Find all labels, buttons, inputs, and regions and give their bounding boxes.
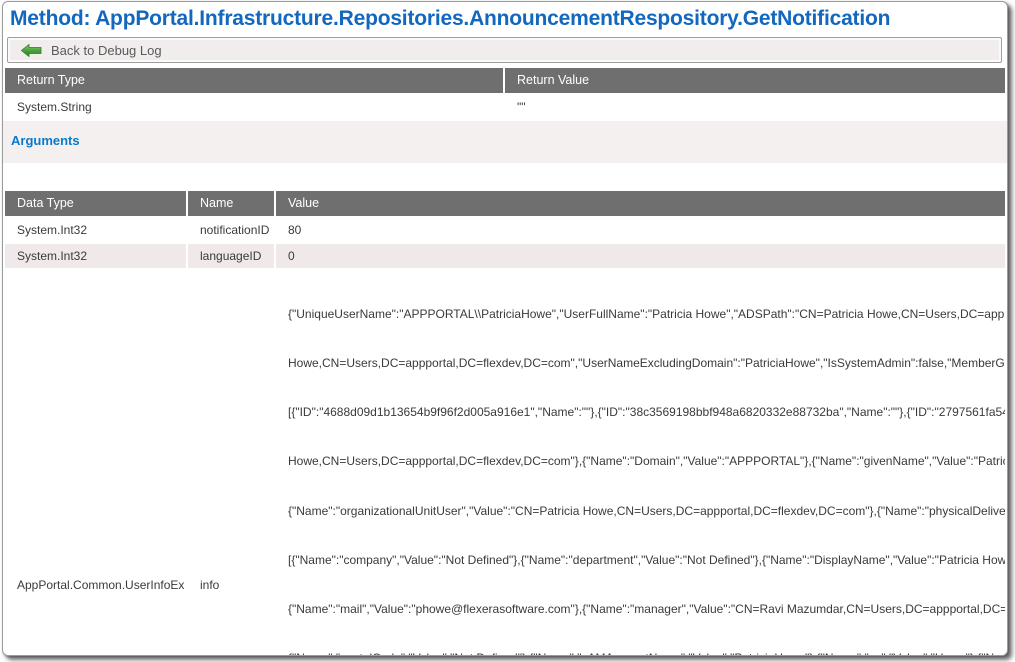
argument-data-type: System.Int32 bbox=[5, 244, 186, 268]
return-type-column-header: Return Type bbox=[5, 68, 503, 93]
return-table-header-row: Return Type Return Value bbox=[5, 68, 1005, 93]
return-value-cell: "" bbox=[505, 95, 1005, 119]
value-column-header: Value bbox=[276, 191, 1005, 216]
arguments-table: Data Type Name Value System.Int32 notifi… bbox=[3, 189, 1007, 656]
return-table: Return Type Return Value System.String "… bbox=[3, 66, 1007, 121]
argument-value: {"UniqueUserName":"APPPORTAL\\PatriciaHo… bbox=[276, 270, 1005, 656]
return-table-row: System.String "" bbox=[5, 95, 1005, 119]
data-type-column-header: Data Type bbox=[5, 191, 186, 216]
argument-name: notificationID bbox=[188, 218, 274, 242]
spacer bbox=[3, 163, 1007, 189]
back-to-debug-log-button[interactable]: Back to Debug Log bbox=[7, 37, 1002, 63]
argument-name: languageID bbox=[188, 244, 274, 268]
back-arrow-icon bbox=[21, 44, 42, 57]
back-button-label: Back to Debug Log bbox=[51, 43, 162, 58]
arguments-section-band: Arguments bbox=[3, 121, 1007, 163]
argument-row: System.Int32 notificationID 80 bbox=[5, 218, 1005, 242]
argument-value: 80 bbox=[276, 218, 1005, 242]
return-type-cell: System.String bbox=[5, 95, 503, 119]
name-column-header: Name bbox=[188, 191, 274, 216]
argument-row: System.Int32 languageID 0 bbox=[5, 244, 1005, 268]
argument-value: 0 bbox=[276, 244, 1005, 268]
return-value-column-header: Return Value bbox=[505, 68, 1005, 93]
userinfo-json-value: {"UniqueUserName":"APPPORTAL\\PatriciaHo… bbox=[288, 272, 1005, 656]
arguments-table-header-row: Data Type Name Value bbox=[5, 191, 1005, 216]
argument-data-type: AppPortal.Common.UserInfoEx bbox=[5, 270, 186, 656]
argument-data-type: System.Int32 bbox=[5, 218, 186, 242]
page-title: Method: AppPortal.Infrastructure.Reposit… bbox=[3, 2, 1007, 34]
argument-name: info bbox=[188, 270, 274, 656]
debug-method-detail-window: Method: AppPortal.Infrastructure.Reposit… bbox=[2, 1, 1008, 656]
argument-row: AppPortal.Common.UserInfoEx info {"Uniqu… bbox=[5, 270, 1005, 656]
arguments-section-label: Arguments bbox=[11, 133, 80, 148]
